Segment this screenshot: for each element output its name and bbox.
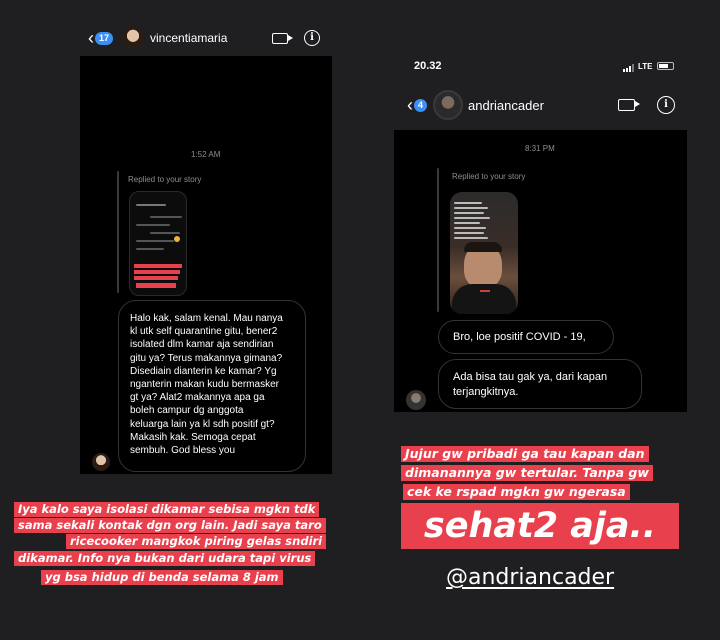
reply-label: Replied to your story [128, 175, 202, 184]
reply-label: Replied to your story [452, 172, 526, 181]
unread-badge: 17 [95, 31, 114, 45]
back-button[interactable]: ‹ 17 [88, 28, 114, 48]
right-chat-thread: 8:31 PM Replied to your story Bro, loe p… [394, 130, 687, 412]
story-thumbnail[interactable] [129, 191, 187, 296]
message-timestamp: 1:52 AM [191, 150, 221, 159]
caption-line: dimanannya gw tertular. Tanpa gw [401, 465, 653, 481]
message-line: isolated dlm kamar aja sendirian [130, 339, 274, 351]
message-bubble: Bro, loe positif COVID - 19, [438, 320, 614, 354]
message-line: terjangkitnya. [453, 386, 519, 398]
avatar[interactable] [433, 90, 464, 120]
caption-line: Jujur gw pribadi ga tau kapan dan [401, 446, 649, 462]
right-chat-header: ‹ 4 andriancader i [394, 80, 687, 130]
avatar[interactable] [122, 27, 145, 49]
sender-avatar[interactable] [92, 453, 110, 471]
reply-indicator-line [437, 168, 439, 312]
left-chat-thread: 1:52 AM Replied to your story Halo kak, … [80, 56, 332, 474]
message-line: keluarga lain ya kl sdh positif gt? [130, 418, 275, 430]
username[interactable]: andriancader [468, 98, 544, 113]
network-label: LTE [638, 62, 653, 71]
message-bubble: Ada bisa tau gak ya, dari kapan terjangk… [438, 359, 642, 409]
account-handle[interactable]: @andriancader [446, 565, 614, 590]
message-line: Disediain dianterin ke kamar? Yg [130, 365, 277, 377]
message-line: Makasih kak. Semoga cepat [130, 431, 256, 443]
message-line: boleh campur dg anggota [130, 405, 244, 417]
chevron-left-icon: ‹ [407, 95, 413, 115]
status-time: 20.32 [414, 60, 442, 72]
message-timestamp: 8:31 PM [525, 144, 555, 153]
caption-line: dikamar. Info nya bukan dari udara tapi … [14, 551, 316, 566]
caption-line: yg bsa hidup di benda selama 8 jam [41, 570, 283, 585]
status-bar: 20.32 LTE [394, 54, 687, 80]
story-thumbnail[interactable] [450, 192, 518, 314]
left-chat-header: ‹ 17 vincentiamaria i [80, 20, 332, 56]
caption-highlight: sehat2 aja.. [401, 503, 679, 549]
video-call-icon[interactable] [618, 99, 640, 111]
caption-line: ricecooker mangkok piring gelas sndiri [66, 534, 327, 549]
message-line: nganterin makan kudu bermasker [130, 379, 279, 391]
signal-icon [623, 64, 634, 72]
caption-line: cek ke rspad mgkn gw ngerasa [403, 484, 630, 500]
username[interactable]: vincentiamaria [150, 31, 227, 45]
back-button[interactable]: ‹ 4 [407, 95, 428, 115]
info-icon[interactable]: i [657, 96, 675, 114]
message-line: gt ya? Alat2 makannya apa ga [130, 392, 265, 404]
caption-line: Iya kalo saya isolasi dikamar sebisa mgk… [14, 502, 320, 517]
unread-badge: 4 [414, 98, 428, 112]
message-line: Halo kak, salam kenal. Mau nanya [130, 313, 283, 324]
message-bubble: Halo kak, salam kenal. Mau nanya kl utk … [118, 300, 306, 472]
message-line: kl utk self quarantine gitu, bener2 [130, 326, 278, 338]
battery-icon [657, 62, 674, 70]
info-icon[interactable]: i [304, 30, 320, 46]
message-text: Bro, loe positif COVID - 19, [453, 331, 586, 343]
video-call-icon[interactable] [272, 32, 293, 44]
chevron-left-icon: ‹ [88, 28, 94, 48]
sender-avatar[interactable] [406, 390, 426, 410]
message-line: gitu ya? Terus makannya gimana? [130, 352, 283, 364]
reply-indicator-line [117, 171, 119, 293]
message-line: sembuh. God bless you [130, 445, 236, 457]
message-line: Ada bisa tau gak ya, dari kapan [453, 371, 608, 383]
caption-line: sama sekali kontak dgn org lain. Jadi sa… [14, 518, 326, 533]
